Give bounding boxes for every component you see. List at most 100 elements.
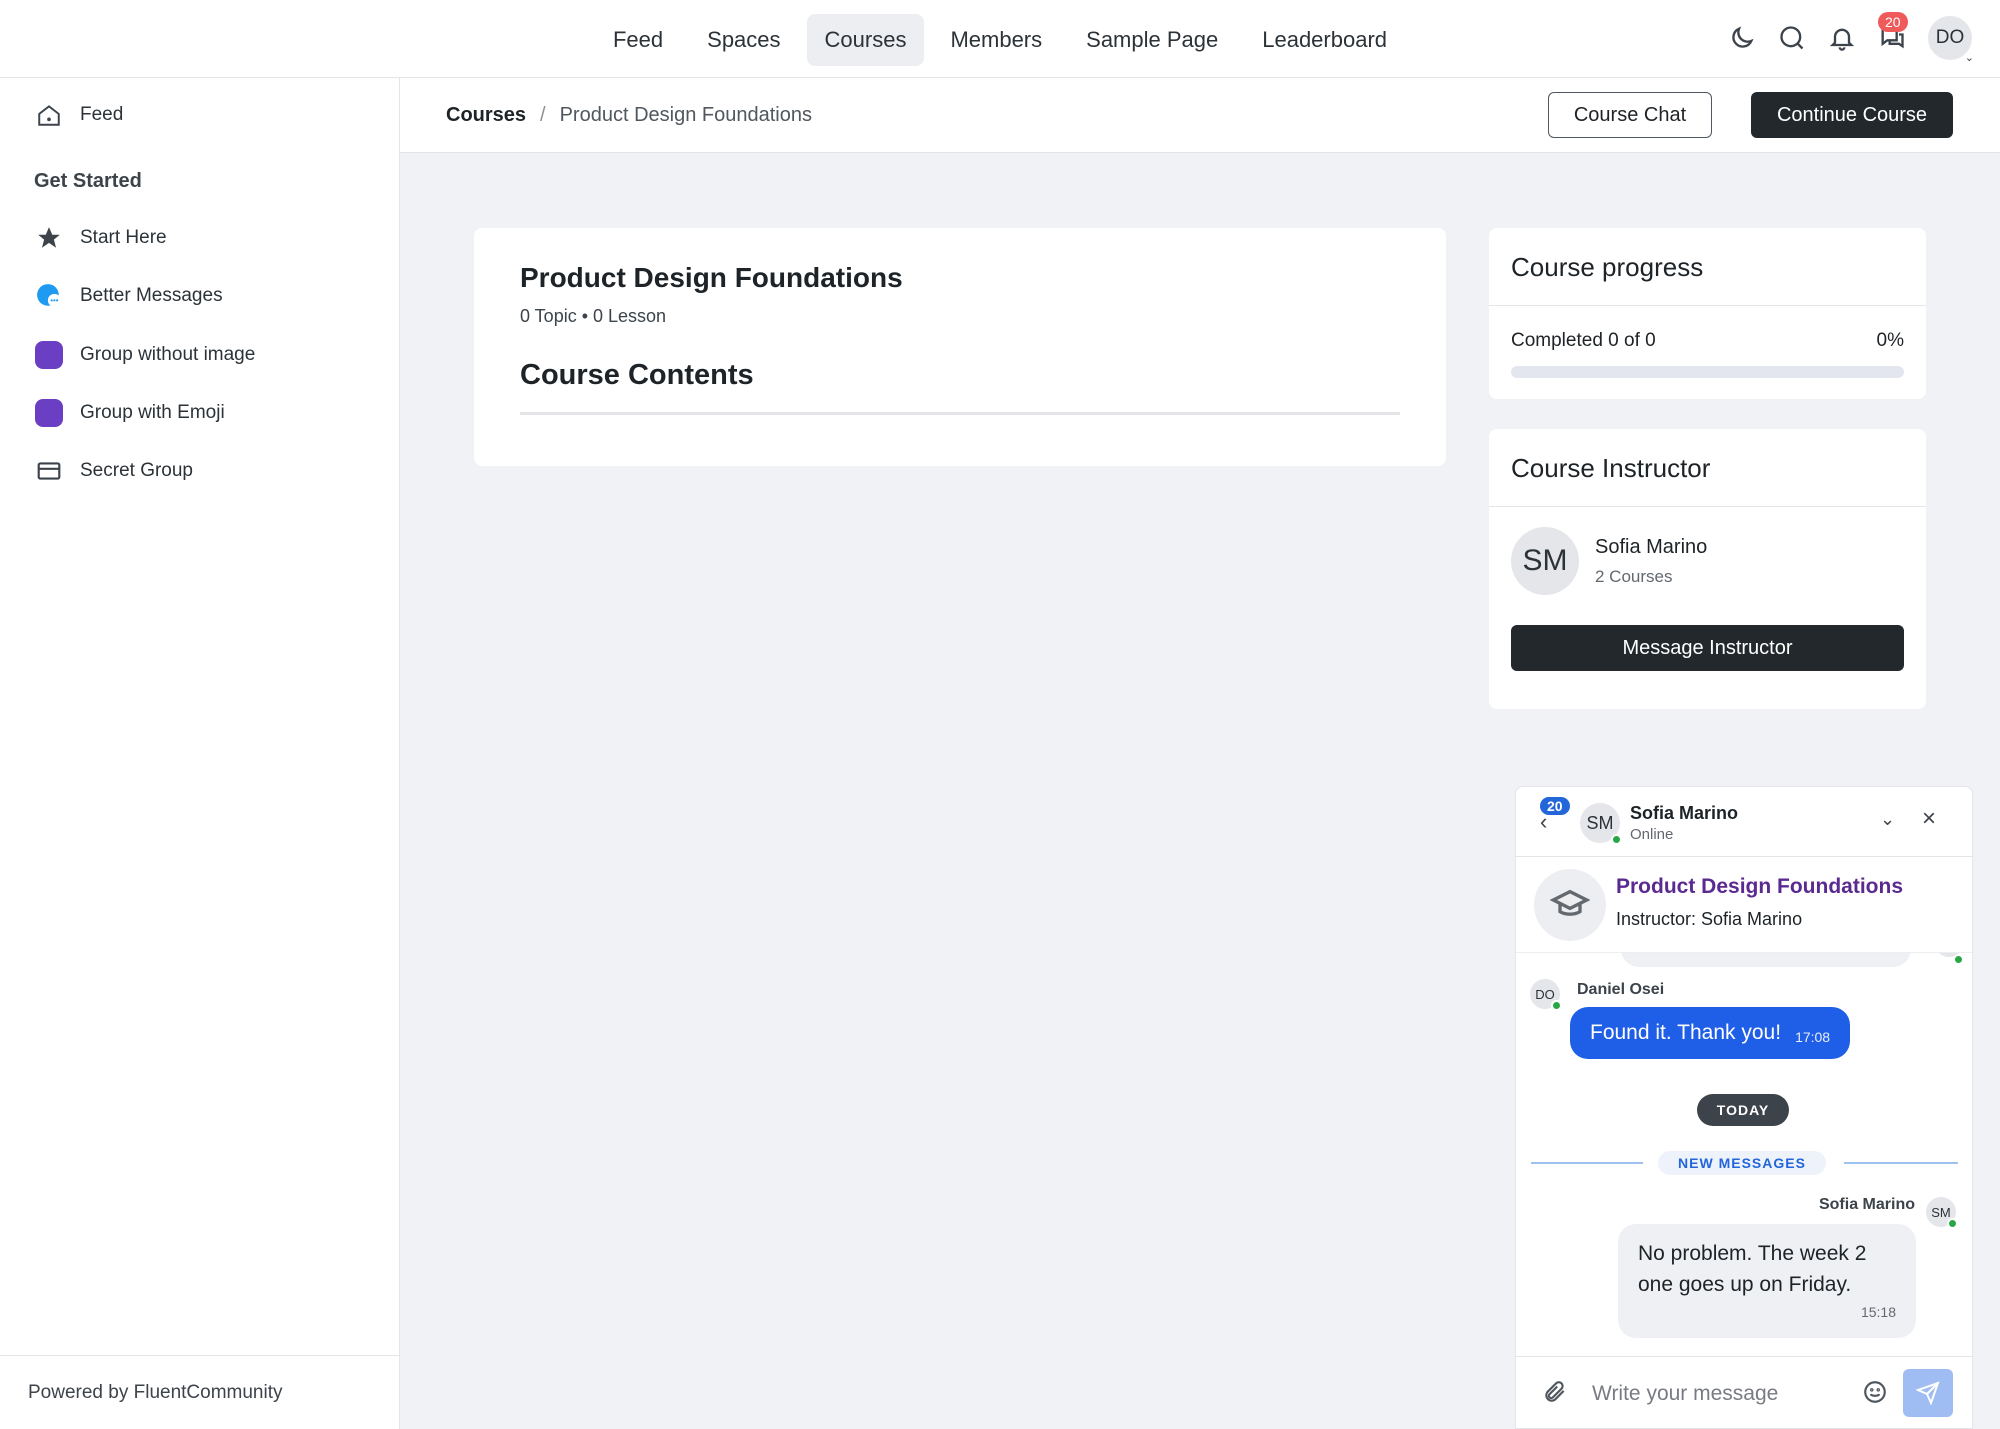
divider — [1531, 1162, 1643, 1164]
chat-widget: ‹ 20 SM Sofia Marino Online ⌄ × Product … — [1515, 786, 1973, 1429]
divider — [520, 412, 1400, 415]
sidebar-item-feed[interactable]: Feed — [34, 100, 123, 130]
date-divider: TODAY — [1697, 1094, 1789, 1126]
msg1-sender: Daniel Osei — [1577, 981, 1665, 998]
nav-courses[interactable]: Courses — [806, 14, 925, 66]
nav-leaderboard[interactable]: Leaderboard — [1244, 14, 1405, 66]
progress-completed: Completed 0 of 0 — [1511, 330, 1656, 351]
instructor-row: SM Sofia Marino 2 Courses — [1489, 507, 1926, 595]
sidebar-item-label: Secret Group — [80, 460, 193, 481]
chevron-down-icon[interactable]: ⌄ — [1880, 809, 1895, 830]
sidebar-item-better-messages[interactable]: Better Messages — [34, 281, 223, 311]
message-input[interactable] — [1592, 1377, 1842, 1411]
user-avatar[interactable]: DO ⌄ — [1928, 16, 1974, 64]
chat-header: ‹ 20 SM Sofia Marino Online ⌄ × — [1516, 787, 1972, 857]
sidebar: Feed Get Started Start Here Better Messa… — [0, 78, 400, 1429]
home-icon — [34, 100, 64, 130]
message-bubble-sent: Found it. Thank you! 17:08 — [1570, 1007, 1851, 1059]
close-icon[interactable]: × — [1922, 805, 1936, 833]
top-bar: Feed Spaces Courses Members Sample Page … — [0, 0, 2000, 78]
chat-contact-name[interactable]: Sofia Marino — [1630, 803, 1738, 824]
msg1-text: Found it. Thank you! — [1590, 1021, 1782, 1044]
msg1-avatar-initials: DO — [1535, 986, 1555, 1002]
top-actions: 20 DO ⌄ — [1728, 12, 1974, 64]
msg2-avatar-initials: SM — [1931, 1204, 1951, 1220]
chat-course-instructor: Instructor: Sofia Marino — [1616, 909, 1803, 929]
message-bubble-received: No problem. The week 2 one goes up on Fr… — [1618, 1224, 1916, 1338]
sidebar-heading: Get Started — [34, 170, 142, 192]
purple-square-icon — [34, 340, 64, 370]
breadcrumb-courses[interactable]: Courses — [446, 104, 526, 127]
powered-by: Powered by FluentCommunity — [0, 1355, 399, 1429]
msg2-text: No problem. The week 2 one goes up on Fr… — [1638, 1242, 1867, 1296]
graduation-cap-icon — [1534, 869, 1606, 941]
progress-percent: 0% — [1876, 330, 1904, 351]
breadcrumb: Courses / Product Design Foundations — [446, 104, 812, 127]
chat-bubble-icon — [34, 281, 64, 311]
nav-sample-page[interactable]: Sample Page — [1068, 14, 1236, 66]
instructor-title: Course Instructor — [1489, 429, 1926, 507]
send-icon — [1916, 1381, 1940, 1405]
dark-mode-icon[interactable] — [1728, 24, 1756, 52]
sidebar-item-label: Feed — [80, 104, 124, 125]
progress-row: Completed 0 of 0 0% — [1489, 306, 1926, 352]
progress-title: Course progress — [1489, 228, 1926, 306]
chat-course-title[interactable]: Product Design Foundations — [1616, 875, 1903, 899]
sidebar-item-label: Group without image — [80, 344, 256, 365]
new-messages-label: NEW MESSAGES — [1658, 1151, 1826, 1175]
course-title: Product Design Foundations — [520, 262, 903, 293]
messages-icon[interactable]: 20 — [1878, 12, 1908, 52]
msg1-time: 17:08 — [1795, 1029, 1831, 1045]
sidebar-item-label: Group with Emoji — [80, 402, 225, 423]
course-meta: 0 Topic • 0 Lesson — [520, 306, 667, 326]
chat-avatar-initials: SM — [1586, 812, 1614, 833]
send-button[interactable] — [1903, 1369, 1953, 1417]
sidebar-item-group-with-emoji[interactable]: Group with Emoji — [34, 398, 225, 428]
nav-members[interactable]: Members — [932, 14, 1060, 66]
purple-square-icon — [34, 398, 64, 428]
main-nav: Feed Spaces Courses Members Sample Page … — [0, 14, 2000, 66]
avatar[interactable]: SM — [1580, 803, 1622, 845]
chat-course-info: Product Design Foundations Instructor: S… — [1516, 857, 1972, 953]
sidebar-item-secret-group[interactable]: Secret Group — [34, 456, 193, 486]
chat-unread-badge: 20 — [1540, 797, 1570, 815]
message-instructor-button[interactable]: Message Instructor — [1511, 625, 1904, 671]
breadcrumb-current: Product Design Foundations — [559, 104, 812, 126]
chat-contact-status: Online — [1630, 826, 1674, 843]
chevron-down-icon: ⌄ — [1964, 52, 1974, 64]
star-icon — [34, 223, 64, 253]
msg2-time: 15:18 — [1860, 1304, 1896, 1320]
sidebar-item-start-here[interactable]: Start Here — [34, 223, 167, 253]
online-indicator — [1953, 954, 1964, 965]
progress-bar — [1511, 366, 1904, 378]
card-icon — [34, 456, 64, 486]
avatar[interactable]: SM — [1511, 527, 1579, 595]
sidebar-item-label: Better Messages — [80, 285, 223, 306]
messages-badge: 20 — [1878, 12, 1908, 32]
instructor-courses: 2 Courses — [1595, 566, 1673, 586]
paperclip-icon[interactable] — [1542, 1379, 1570, 1407]
msg2-sender: Sofia Marino — [1818, 1196, 1915, 1213]
continue-course-button[interactable]: Continue Course — [1751, 92, 1953, 138]
instructor-name[interactable]: Sofia Marino — [1595, 536, 1707, 559]
divider — [1844, 1162, 1958, 1164]
sidebar-item-label: Start Here — [80, 227, 167, 248]
breadcrumb-separator: / — [540, 104, 546, 126]
nav-feed[interactable]: Feed — [595, 14, 681, 66]
user-initials: DO — [1935, 27, 1965, 48]
course-header: Courses / Product Design Foundations Cou… — [400, 78, 2000, 153]
course-card: Product Design Foundations 0 Topic • 0 L… — [474, 228, 1446, 466]
course-instructor-card: Course Instructor SM Sofia Marino 2 Cour… — [1489, 429, 1926, 709]
course-progress-card: Course progress Completed 0 of 0 0% — [1489, 228, 1926, 399]
online-indicator — [1611, 834, 1622, 845]
emoji-icon[interactable] — [1862, 1379, 1890, 1407]
course-contents-heading: Course Contents — [520, 359, 754, 391]
bell-icon[interactable] — [1828, 24, 1856, 52]
chat-composer — [1516, 1356, 1972, 1428]
course-chat-button[interactable]: Course Chat — [1548, 92, 1712, 138]
online-indicator — [1551, 1000, 1562, 1011]
search-icon[interactable] — [1778, 24, 1806, 52]
online-indicator — [1947, 1218, 1958, 1229]
sidebar-item-group-without-image[interactable]: Group without image — [34, 340, 255, 370]
nav-spaces[interactable]: Spaces — [689, 14, 798, 66]
